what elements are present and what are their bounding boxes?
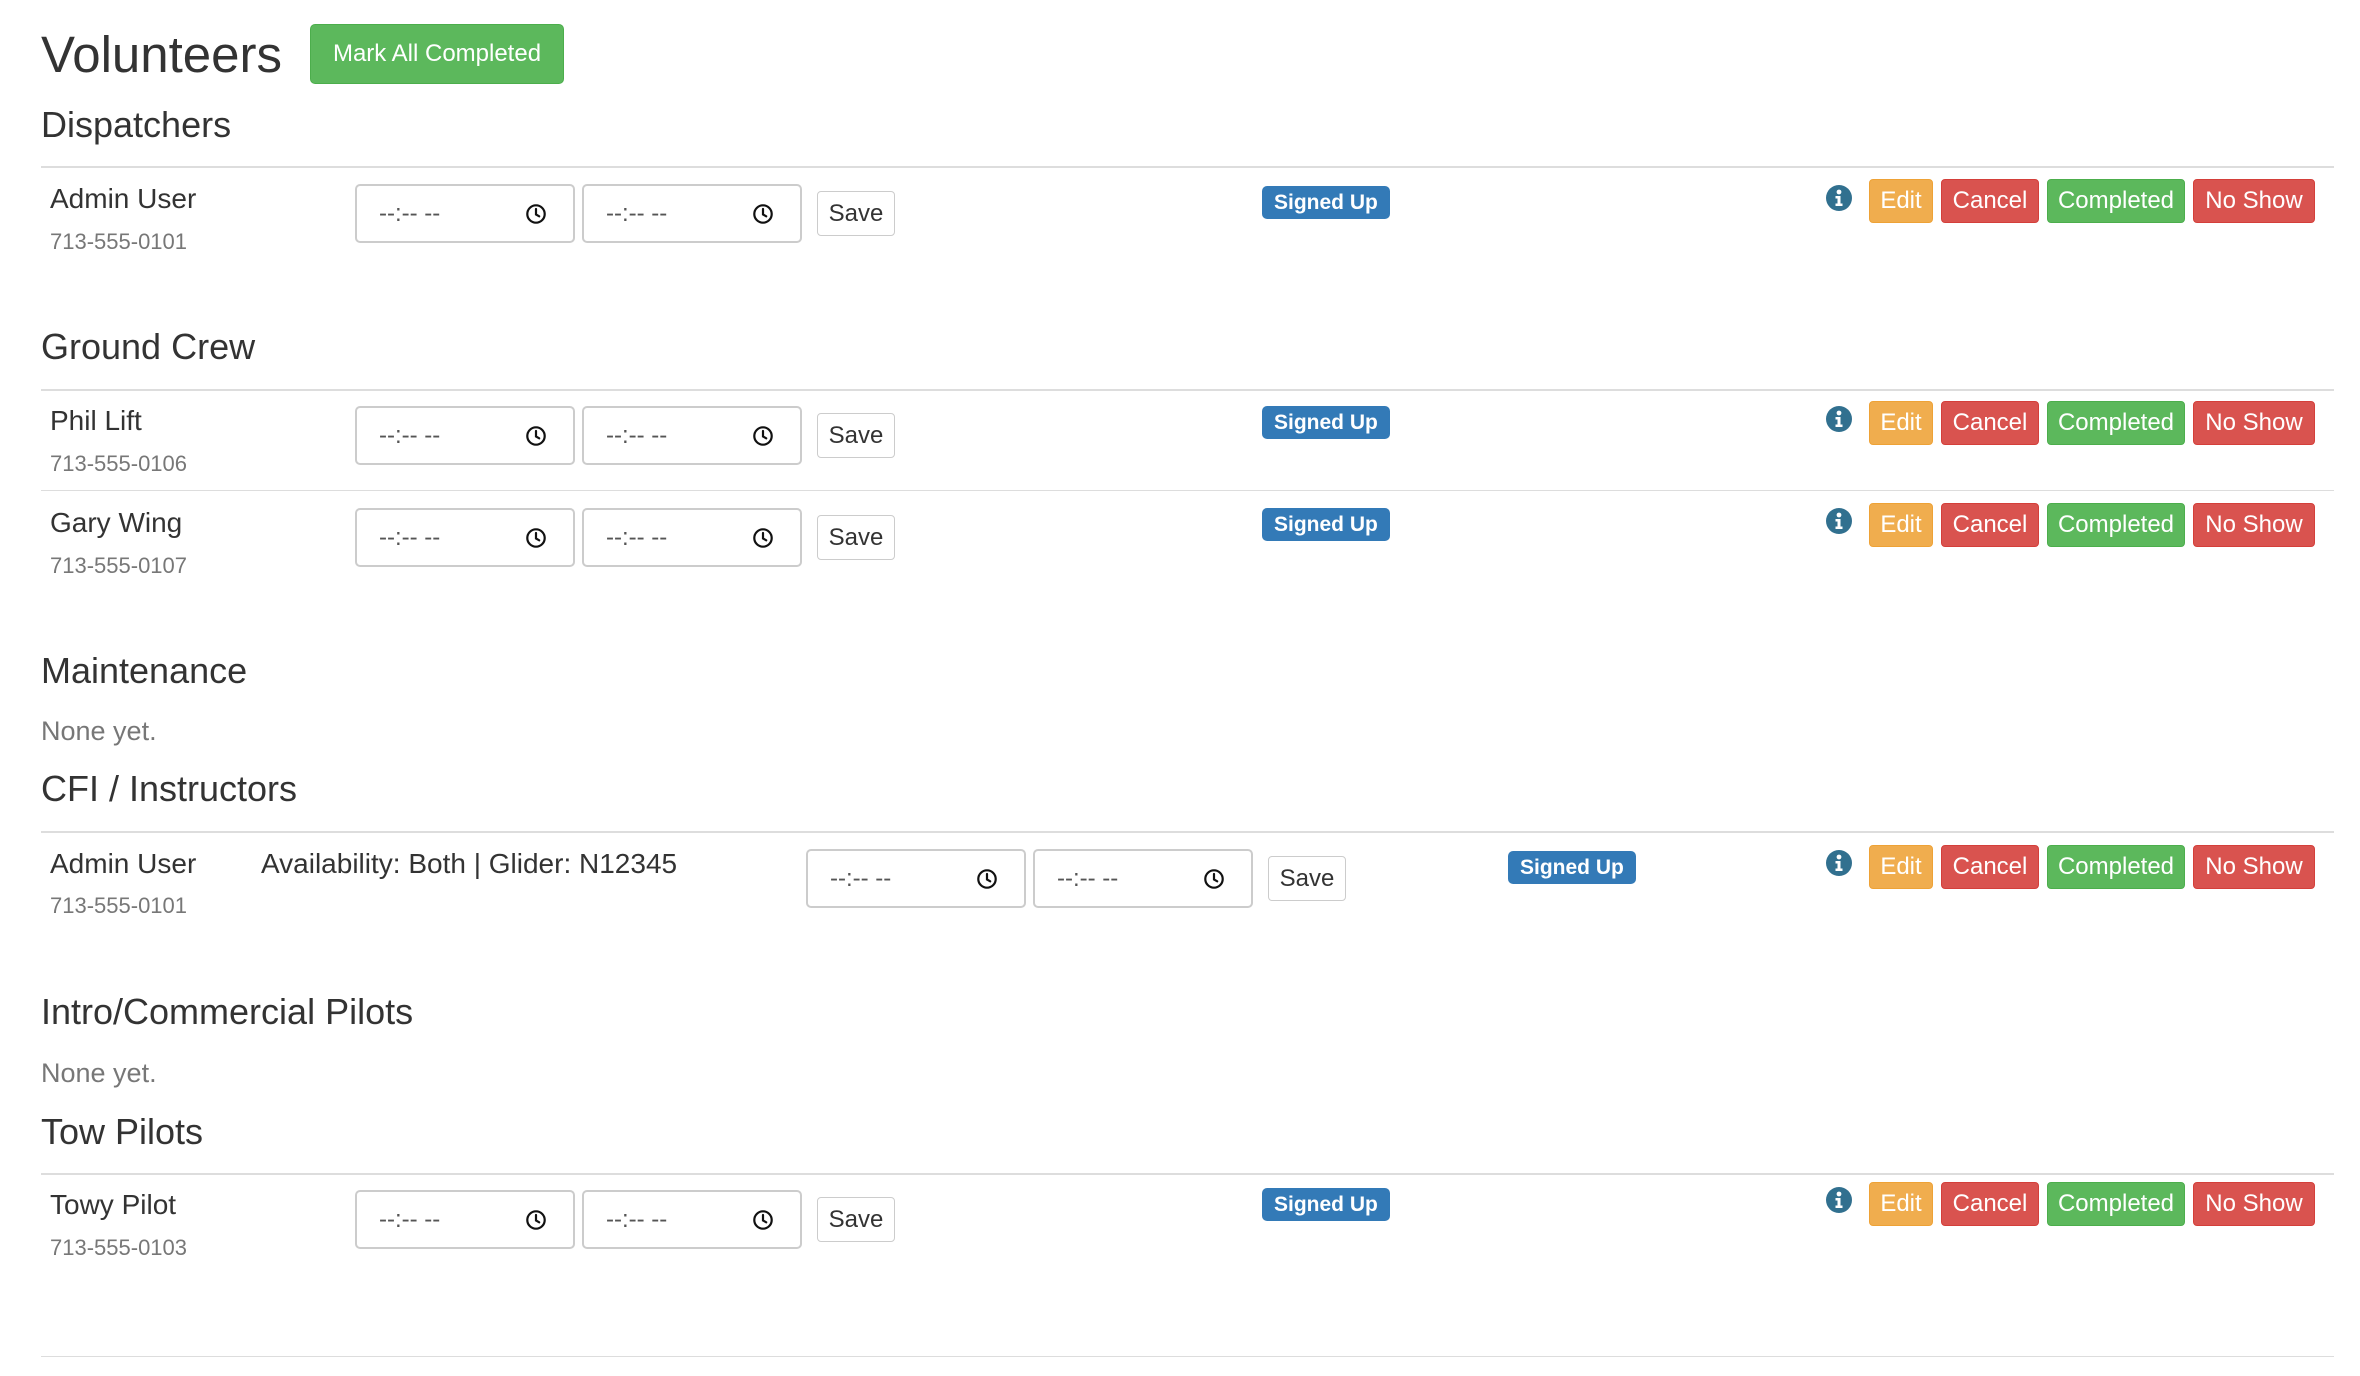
clock-icon <box>1204 868 1224 889</box>
info-icon[interactable] <box>1825 849 1853 877</box>
section-title-cfi-instructors: CFI / Instructors <box>41 768 298 809</box>
section-divider <box>41 1173 2334 1175</box>
end-time-input[interactable]: --:-- -- <box>582 406 802 465</box>
save-button[interactable]: Save <box>817 515 895 560</box>
status-badge: Signed Up <box>1262 508 1390 541</box>
empty-state-text: None yet. <box>41 716 157 746</box>
volunteer-name: Admin User <box>50 848 197 879</box>
clock-icon <box>753 527 773 548</box>
clock-icon <box>977 868 997 889</box>
save-button[interactable]: Save <box>817 1197 895 1242</box>
section-title-intro-commercial-pilots: Intro/Commercial Pilots <box>41 991 414 1032</box>
no-show-button[interactable]: No Show <box>2193 401 2315 445</box>
edit-button[interactable]: Edit <box>1869 401 1933 445</box>
completed-button[interactable]: Completed <box>2047 503 2185 547</box>
volunteer-details: Availability: Both | Glider: N12345 <box>261 848 678 879</box>
section-divider <box>41 166 2334 168</box>
save-button[interactable]: Save <box>1268 856 1346 901</box>
section-title-dispatchers: Dispatchers <box>41 104 232 145</box>
time-placeholder: --:-- -- <box>606 1205 668 1233</box>
time-placeholder: --:-- -- <box>379 199 441 227</box>
end-time-input[interactable]: --:-- -- <box>582 1190 802 1249</box>
start-time-input[interactable]: --:-- -- <box>355 406 575 465</box>
section-title-tow-pilots: Tow Pilots <box>41 1111 204 1152</box>
completed-button[interactable]: Completed <box>2047 401 2185 445</box>
no-show-button[interactable]: No Show <box>2193 1182 2315 1226</box>
volunteer-name: Phil Lift <box>50 405 142 436</box>
clock-icon <box>753 425 773 446</box>
clock-icon <box>526 203 546 224</box>
volunteer-phone: 713-555-0101 <box>50 893 188 918</box>
status-badge: Signed Up <box>1262 186 1390 219</box>
save-button[interactable]: Save <box>817 413 895 458</box>
cancel-button[interactable]: Cancel <box>1941 503 2039 547</box>
cancel-button[interactable]: Cancel <box>1941 179 2039 223</box>
info-icon[interactable] <box>1825 1186 1853 1214</box>
clock-icon <box>753 1209 773 1230</box>
time-placeholder: --:-- -- <box>606 199 668 227</box>
clock-icon <box>526 527 546 548</box>
volunteer-phone: 713-555-0107 <box>50 553 188 578</box>
volunteer-name: Towy Pilot <box>50 1189 177 1220</box>
cancel-button[interactable]: Cancel <box>1941 1182 2039 1226</box>
status-badge: Signed Up <box>1508 851 1636 884</box>
info-icon[interactable] <box>1825 507 1853 535</box>
time-placeholder: --:-- -- <box>379 1205 441 1233</box>
section-divider <box>41 831 2334 833</box>
no-show-button[interactable]: No Show <box>2193 845 2315 889</box>
start-time-input[interactable]: --:-- -- <box>355 1190 575 1249</box>
edit-button[interactable]: Edit <box>1869 1182 1933 1226</box>
empty-state-text: None yet. <box>41 1058 157 1088</box>
time-placeholder: --:-- -- <box>379 421 441 449</box>
completed-button[interactable]: Completed <box>2047 845 2185 889</box>
status-badge: Signed Up <box>1262 406 1390 439</box>
clock-icon <box>526 1209 546 1230</box>
volunteer-phone: 713-555-0101 <box>50 229 188 254</box>
edit-button[interactable]: Edit <box>1869 503 1933 547</box>
volunteer-phone: 713-555-0106 <box>50 451 188 476</box>
page-title: Volunteers <box>41 25 283 83</box>
start-time-input[interactable]: --:-- -- <box>355 508 575 567</box>
info-icon[interactable] <box>1825 184 1853 212</box>
status-badge: Signed Up <box>1262 1188 1390 1221</box>
no-show-button[interactable]: No Show <box>2193 503 2315 547</box>
end-time-input[interactable]: --:-- -- <box>582 184 802 243</box>
edit-button[interactable]: Edit <box>1869 845 1933 889</box>
edit-button[interactable]: Edit <box>1869 179 1933 223</box>
volunteer-name: Gary Wing <box>50 507 183 538</box>
time-placeholder: --:-- -- <box>606 421 668 449</box>
clock-icon <box>753 203 773 224</box>
section-title-ground-crew: Ground Crew <box>41 326 256 367</box>
volunteer-phone: 713-555-0103 <box>50 1235 188 1260</box>
cancel-button[interactable]: Cancel <box>1941 401 2039 445</box>
section-divider <box>41 389 2334 391</box>
start-time-input[interactable]: --:-- -- <box>806 849 1026 908</box>
footer-divider <box>41 1356 2334 1357</box>
section-title-maintenance: Maintenance <box>41 650 248 691</box>
mark-all-completed-button[interactable]: Mark All Completed <box>310 24 565 84</box>
cancel-button[interactable]: Cancel <box>1941 845 2039 889</box>
time-placeholder: --:-- -- <box>1057 864 1119 892</box>
start-time-input[interactable]: --:-- -- <box>355 184 575 243</box>
info-icon[interactable] <box>1825 405 1853 433</box>
completed-button[interactable]: Completed <box>2047 1182 2185 1226</box>
end-time-input[interactable]: --:-- -- <box>1033 849 1253 908</box>
clock-icon <box>526 425 546 446</box>
time-placeholder: --:-- -- <box>606 523 668 551</box>
volunteer-name: Admin User <box>50 183 197 214</box>
end-time-input[interactable]: --:-- -- <box>582 508 802 567</box>
time-placeholder: --:-- -- <box>830 864 892 892</box>
no-show-button[interactable]: No Show <box>2193 179 2315 223</box>
page-header: Volunteers Mark All Completed <box>41 22 565 86</box>
save-button[interactable]: Save <box>817 191 895 236</box>
time-placeholder: --:-- -- <box>379 523 441 551</box>
completed-button[interactable]: Completed <box>2047 179 2185 223</box>
row-divider <box>41 490 2334 491</box>
